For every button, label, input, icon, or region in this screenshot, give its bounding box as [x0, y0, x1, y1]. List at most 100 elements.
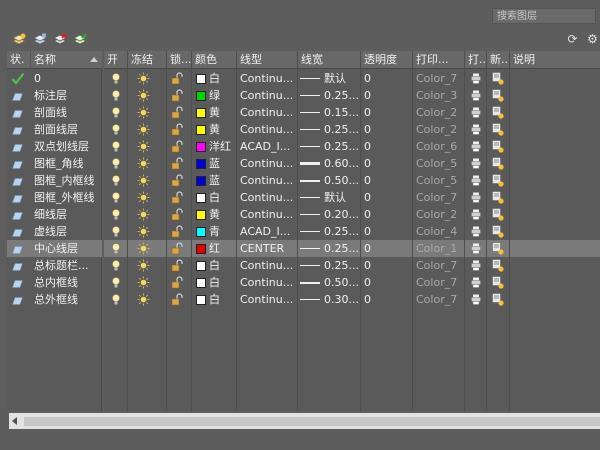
lineweight-value[interactable]: 0.25... [324, 87, 361, 104]
linetype-value[interactable]: ACAD_I... [240, 223, 298, 240]
layer-list-item[interactable]: 图框_外框线 [7, 189, 102, 206]
printer-icon[interactable] [471, 277, 481, 288]
sun-thawed-icon[interactable] [137, 140, 150, 153]
unlocked-padlock-icon[interactable] [171, 106, 183, 119]
color-name[interactable]: 白 [209, 189, 237, 206]
lightbulb-on-icon[interactable] [111, 191, 121, 204]
layer-name[interactable]: 图框_外框线 [34, 189, 102, 206]
transparency-value[interactable]: 0 [364, 240, 410, 257]
unlocked-padlock-icon[interactable] [171, 225, 183, 238]
layer-list-item[interactable]: 虚线层 [7, 223, 102, 240]
new-vp-freeze-icon[interactable] [492, 276, 504, 289]
scroll-left-icon[interactable] [12, 417, 17, 425]
lightbulb-on-icon[interactable] [111, 123, 121, 136]
layer-row[interactable]: 黄 Continu... 0.20... 0 Color_2 [104, 206, 600, 223]
layer-row[interactable]: 蓝 Continu... 0.50... 0 Color_5 [104, 172, 600, 189]
color-swatch[interactable] [196, 125, 206, 135]
layer-name[interactable]: 总外框线 [34, 291, 102, 308]
color-name[interactable]: 白 [209, 257, 237, 274]
linetype-value[interactable]: Continu... [240, 155, 298, 172]
color-swatch[interactable] [196, 295, 206, 305]
header-status[interactable]: 状. [7, 51, 31, 69]
transparency-value[interactable]: 0 [364, 223, 410, 240]
header-description[interactable]: 说明 [510, 51, 600, 69]
lightbulb-on-icon[interactable] [111, 259, 121, 272]
color-name[interactable]: 青 [209, 223, 237, 240]
refresh-icon[interactable]: ⟳ [566, 33, 579, 46]
lightbulb-on-icon[interactable] [111, 89, 121, 102]
sun-thawed-icon[interactable] [137, 106, 150, 119]
printer-icon[interactable] [471, 175, 481, 186]
new-vp-freeze-icon[interactable] [492, 259, 504, 272]
header-lock[interactable]: 锁... [167, 51, 192, 69]
layer-list-item[interactable]: 总标题栏... [7, 257, 102, 274]
lineweight-value[interactable]: 0.25... [324, 138, 361, 155]
color-swatch[interactable] [196, 193, 206, 203]
layer-name[interactable]: 图框_内框线 [34, 172, 102, 189]
linetype-value[interactable]: Continu... [240, 172, 298, 189]
layer-name[interactable]: 总内框线 [34, 274, 102, 291]
search-layers-input[interactable]: 搜索图层 [492, 8, 596, 24]
lineweight-value[interactable]: 0.25... [324, 223, 361, 240]
linetype-value[interactable]: Continu... [240, 121, 298, 138]
new-vp-freeze-icon[interactable] [492, 208, 504, 221]
transparency-value[interactable]: 0 [364, 87, 410, 104]
layer-row[interactable]: 白 Continu... 默认 0 Color_7 [104, 189, 600, 206]
lightbulb-on-icon[interactable] [111, 208, 121, 221]
layer-name[interactable]: 中心线层 [34, 240, 102, 257]
lineweight-value[interactable]: 0.25... [324, 257, 361, 274]
layer-list-item[interactable]: 图框_内框线 [7, 172, 102, 189]
layer-row[interactable]: 红 CENTER 0.25... 0 Color_1 [104, 240, 600, 257]
transparency-value[interactable]: 0 [364, 121, 410, 138]
layer-name[interactable]: 剖面线层 [34, 121, 102, 138]
lineweight-value[interactable]: 0.25... [324, 240, 361, 257]
color-name[interactable]: 白 [209, 291, 237, 308]
layer-name[interactable]: 双点划线层 [34, 138, 102, 155]
layer-name[interactable]: 0 [34, 70, 102, 87]
printer-icon[interactable] [471, 107, 481, 118]
new-vp-freeze-icon[interactable] [492, 140, 504, 153]
transparency-value[interactable]: 0 [364, 274, 410, 291]
linetype-value[interactable]: Continu... [240, 189, 298, 206]
header-transparency[interactable]: 透明度 [361, 51, 413, 69]
printer-icon[interactable] [471, 243, 481, 254]
delete-layer-icon[interactable] [53, 33, 67, 46]
layer-row[interactable]: 洋红 ACAD_I... 0.25... 0 Color_6 [104, 138, 600, 155]
layer-list-item[interactable]: 总外框线 [7, 291, 102, 308]
new-vp-freeze-icon[interactable] [492, 191, 504, 204]
sun-thawed-icon[interactable] [137, 225, 150, 238]
sun-thawed-icon[interactable] [137, 208, 150, 221]
layer-row[interactable]: 白 Continu... 0.25... 0 Color_7 [104, 257, 600, 274]
linetype-value[interactable]: Continu... [240, 274, 298, 291]
layer-name[interactable]: 细线层 [34, 206, 102, 223]
color-swatch[interactable] [196, 108, 206, 118]
layer-row[interactable]: 白 Continu... 0.30... 0 Color_7 [104, 291, 600, 308]
layer-name[interactable]: 标注层 [34, 87, 102, 104]
new-layer-icon[interactable] [12, 33, 26, 46]
layer-list-item[interactable]: 总内框线 [7, 274, 102, 291]
set-current-icon[interactable] [73, 33, 87, 46]
unlocked-padlock-icon[interactable] [171, 191, 183, 204]
linetype-value[interactable]: ACAD_I... [240, 138, 298, 155]
sun-thawed-icon[interactable] [137, 242, 150, 255]
layer-row[interactable]: 黄 Continu... 0.25... 0 Color_2 [104, 121, 600, 138]
header-new-vp-freeze[interactable]: 新... [487, 51, 510, 69]
unlocked-padlock-icon[interactable] [171, 72, 183, 85]
color-name[interactable]: 白 [209, 70, 237, 87]
color-name[interactable]: 绿 [209, 87, 237, 104]
lineweight-value[interactable]: 0.25... [324, 121, 361, 138]
transparency-value[interactable]: 0 [364, 189, 410, 206]
transparency-value[interactable]: 0 [364, 104, 410, 121]
new-vp-freeze-icon[interactable] [492, 72, 504, 85]
header-linetype[interactable]: 线型 [237, 51, 298, 69]
sun-thawed-icon[interactable] [137, 157, 150, 170]
color-name[interactable]: 黄 [209, 121, 237, 138]
lightbulb-on-icon[interactable] [111, 242, 121, 255]
transparency-value[interactable]: 0 [364, 155, 410, 172]
printer-icon[interactable] [471, 124, 481, 135]
header-plot[interactable]: 打... [465, 51, 487, 69]
printer-icon[interactable] [471, 158, 481, 169]
sun-thawed-icon[interactable] [137, 174, 150, 187]
lightbulb-on-icon[interactable] [111, 106, 121, 119]
color-swatch[interactable] [196, 159, 206, 169]
